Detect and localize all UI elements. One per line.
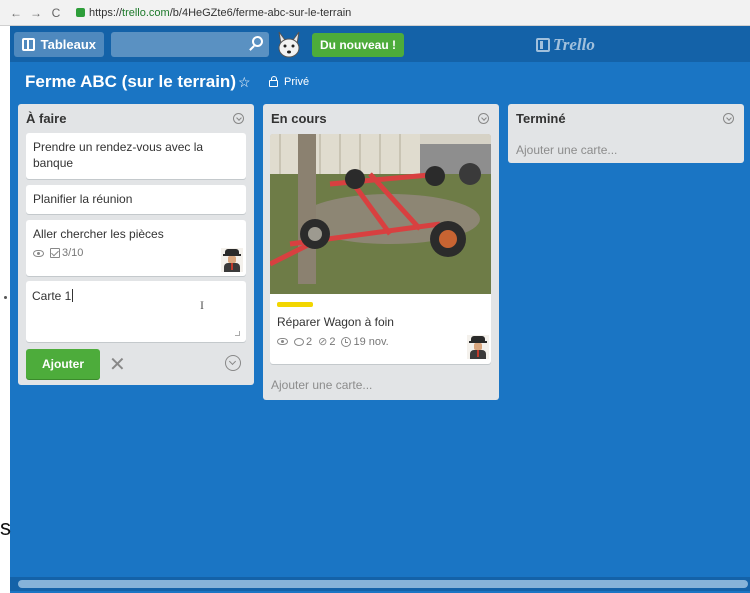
card[interactable]: Planifier la réunion [26,185,246,214]
boards-label: Tableaux [40,37,96,52]
clock-icon [341,336,352,347]
comments-count: 2 [306,335,313,348]
card-cover-image [270,134,491,294]
card-label [277,302,313,307]
card-title: Prendre un rendez-vous avec la banque [33,140,204,170]
watch-icon [33,249,44,257]
list-menu-icon[interactable] [723,113,734,124]
back-icon[interactable]: ← [10,6,22,20]
board-scrollbar[interactable] [10,577,750,591]
avatar[interactable] [221,248,243,272]
boards-button[interactable]: Tableaux [14,32,104,57]
forward-icon[interactable]: → [30,6,42,20]
taco-mascot-icon[interactable] [275,30,303,60]
list-a-faire: À faire Prendre un rendez-vous avec la b… [18,104,254,385]
whats-new-button[interactable]: Du nouveau ! [312,33,405,57]
card-title: Réparer Wagon à foin [277,315,394,329]
stray-character: s [0,515,11,540]
url-text: https://trello.com/b/4HeGZte6/ferme-abc-… [89,6,352,19]
list-title[interactable]: À faire [26,111,66,126]
card-title: Planifier la réunion [33,192,133,206]
app-header: Tableaux Du nouveau ! Trello [10,26,750,62]
composer-options-icon[interactable] [225,355,241,371]
comment-icon [294,337,304,346]
add-card-button[interactable]: Ajouter [26,349,100,379]
checklist-count: 3/10 [62,247,84,259]
lock-icon [269,76,278,87]
address-bar[interactable]: https://trello.com/b/4HeGZte6/ferme-abc-… [70,4,357,22]
reload-icon[interactable]: C [50,6,62,20]
list-menu-icon[interactable] [478,113,489,124]
list-termine: Terminé Ajouter une carte... [508,104,744,163]
browser-toolbar: ← → C https://trello.com/b/4HeGZte6/ferm… [0,0,750,26]
star-icon[interactable]: ☆ [238,74,251,91]
scrollbar-thumb[interactable] [18,580,748,588]
board-title[interactable]: Ferme ABC (sur le terrain) [25,72,236,92]
attachments-badge: ⊘ 2 [318,335,336,349]
composer-text: Carte 1 [32,289,74,303]
card-composer-input[interactable]: Carte 1 I [26,281,246,342]
secure-lock-icon [76,8,85,17]
search-icon[interactable] [252,36,263,47]
attachments-count: 2 [329,335,336,348]
due-date-badge: 19 nov. [341,335,389,348]
stray-dot [4,296,7,299]
avatar[interactable] [467,335,489,359]
trello-logo-text: Trello [553,35,595,54]
list-en-cours: En cours Réparer Wagon à foin 2 ⊘ 2 19 n… [263,104,499,400]
trello-logo[interactable]: Trello [536,35,595,55]
boards-icon [22,38,35,51]
resize-handle[interactable] [235,331,240,336]
visibility-button[interactable]: Privé [269,76,309,88]
search-input[interactable] [111,32,269,57]
watch-icon [277,338,288,345]
card[interactable]: Réparer Wagon à foin 2 ⊘ 2 19 nov. [270,134,491,364]
text-caret [72,289,74,302]
trello-page: Tableaux Du nouveau ! Trello Ferme ABC (… [10,26,750,593]
list-menu-icon[interactable] [233,113,244,124]
checklist-icon [50,248,60,258]
due-date: 19 nov. [353,335,389,348]
trello-logo-icon [536,38,550,52]
card[interactable]: Aller chercher les pièces 3/10 [26,220,246,276]
comments-badge: 2 [294,336,312,348]
attachment-icon: ⊘ [318,336,328,348]
add-card-link[interactable]: Ajouter une carte... [516,143,617,157]
list-title[interactable]: Terminé [516,111,566,126]
checklist-badge: 3/10 [50,247,83,259]
list-title[interactable]: En cours [271,111,327,126]
visibility-label: Privé [284,76,310,88]
card-title: Aller chercher les pièces [33,227,164,241]
card-badges: 3/10 [33,247,83,259]
add-card-link[interactable]: Ajouter une carte... [271,378,372,392]
card-badges: 2 ⊘ 2 19 nov. [277,335,389,348]
card[interactable]: Prendre un rendez-vous avec la banque [26,133,246,179]
ibeam-cursor-icon: I [200,298,204,312]
close-icon[interactable]: ✕ [109,352,126,377]
